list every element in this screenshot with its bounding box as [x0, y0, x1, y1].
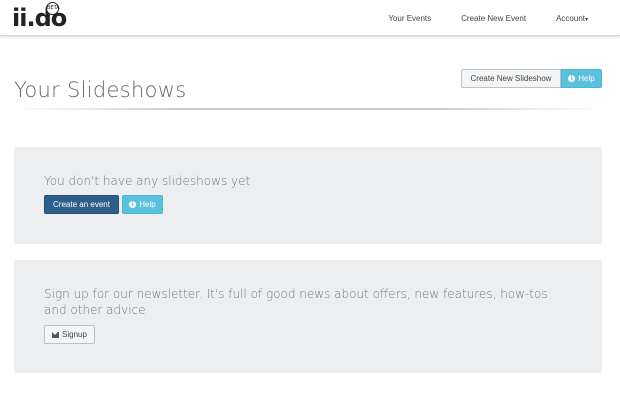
panel-help-label: Help — [139, 200, 156, 209]
nav-account-dropdown[interactable]: Account▾ — [556, 14, 588, 23]
info-circle-icon: i — [568, 75, 576, 82]
create-new-slideshow-button[interactable]: Create New Slideshow — [461, 69, 561, 88]
logo[interactable]: ii.do BETA — [12, 2, 67, 32]
envelope-icon — [52, 331, 60, 338]
info-circle-icon: i — [129, 201, 137, 208]
page-actions: Create New Slideshow i Help — [461, 69, 602, 88]
page-title: Your Slideshows — [14, 78, 187, 102]
signup-button[interactable]: Signup — [44, 325, 95, 344]
newsletter-message: Sign up for our newsletter. It's full of… — [44, 287, 548, 317]
title-divider — [14, 108, 602, 110]
nav-your-events[interactable]: Your Events — [388, 14, 431, 23]
empty-slideshows-message: You don't have any slideshows yet — [44, 174, 251, 188]
caret-down-icon: ▾ — [584, 16, 588, 23]
help-button[interactable]: i Help — [561, 69, 602, 88]
nav-create-new-event[interactable]: Create New Event — [461, 14, 526, 23]
help-button-label: Help — [578, 74, 595, 83]
empty-slideshows-panel: You don't have any slideshows yet Create… — [14, 147, 602, 244]
signup-label: Signup — [62, 330, 87, 339]
create-event-button[interactable]: Create an event — [44, 195, 119, 214]
navbar: ii.do BETA Your Events Create New Event … — [0, 0, 620, 36]
logo-badge: BETA — [46, 2, 60, 15]
newsletter-panel: Sign up for our newsletter. It's full of… — [14, 260, 602, 373]
nav-account-label: Account — [556, 13, 585, 23]
panel-help-button[interactable]: i Help — [122, 195, 163, 214]
nav-links: Your Events Create New Event Account▾ — [388, 0, 620, 36]
